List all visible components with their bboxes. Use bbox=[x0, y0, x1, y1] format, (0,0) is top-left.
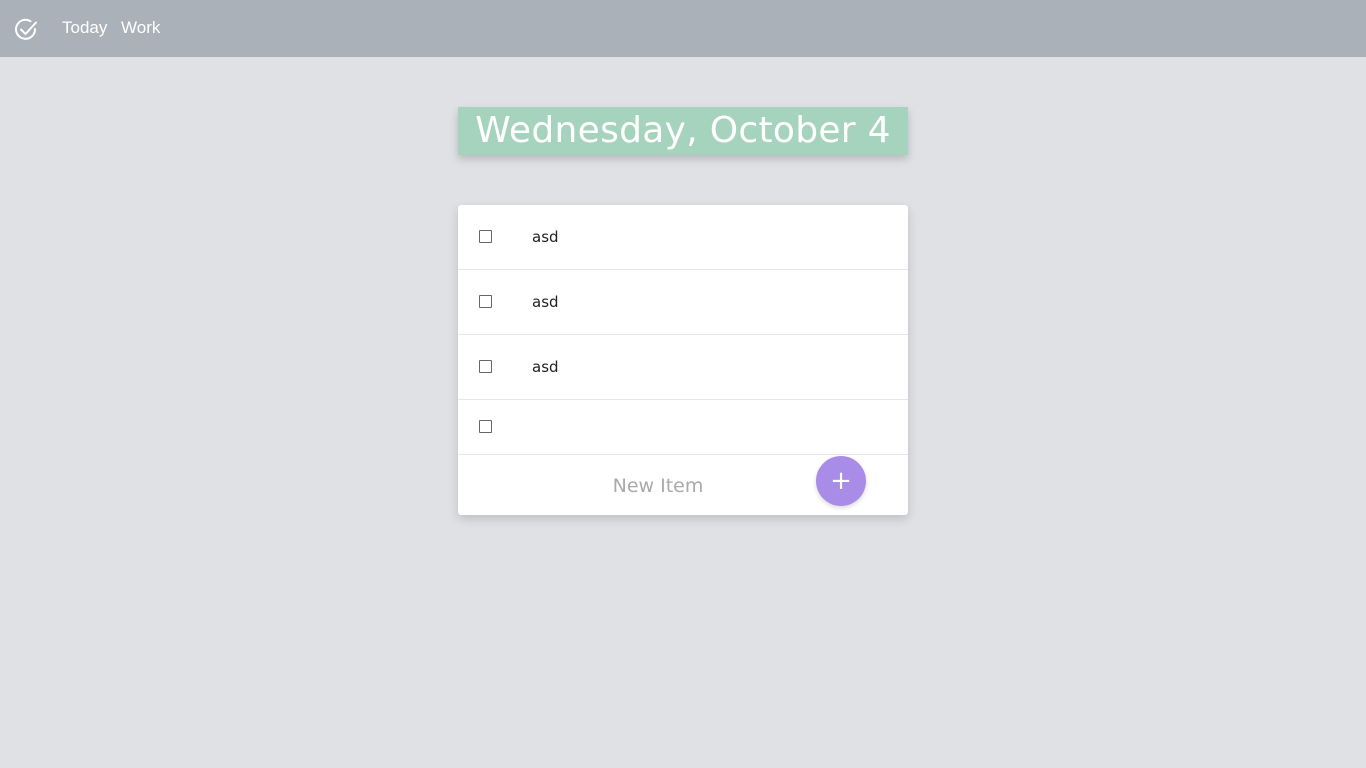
date-title: Wednesday, October 4 bbox=[475, 110, 891, 151]
new-item-input[interactable] bbox=[458, 455, 858, 515]
date-header: Wednesday, October 4 bbox=[458, 107, 908, 155]
nav-link-today[interactable]: Today bbox=[62, 18, 107, 38]
todo-checkbox[interactable] bbox=[479, 360, 492, 373]
nav-link-work[interactable]: Work bbox=[121, 18, 160, 38]
todo-item: asd bbox=[458, 335, 908, 400]
todo-item: asd bbox=[458, 270, 908, 335]
todo-item-text[interactable]: asd bbox=[532, 228, 559, 246]
todo-card: asd asd asd + bbox=[458, 205, 908, 515]
todo-item: asd bbox=[458, 205, 908, 270]
check-circle-icon[interactable] bbox=[14, 18, 38, 42]
todo-checkbox[interactable] bbox=[479, 295, 492, 308]
todo-item bbox=[458, 400, 908, 455]
todo-item-text[interactable]: asd bbox=[532, 358, 559, 376]
navbar: Today Work bbox=[0, 0, 1366, 57]
todo-checkbox[interactable] bbox=[479, 420, 492, 433]
add-item-button[interactable]: + bbox=[816, 456, 866, 506]
todo-item-text[interactable]: asd bbox=[532, 293, 559, 311]
todo-checkbox[interactable] bbox=[479, 230, 492, 243]
plus-icon: + bbox=[830, 466, 852, 496]
